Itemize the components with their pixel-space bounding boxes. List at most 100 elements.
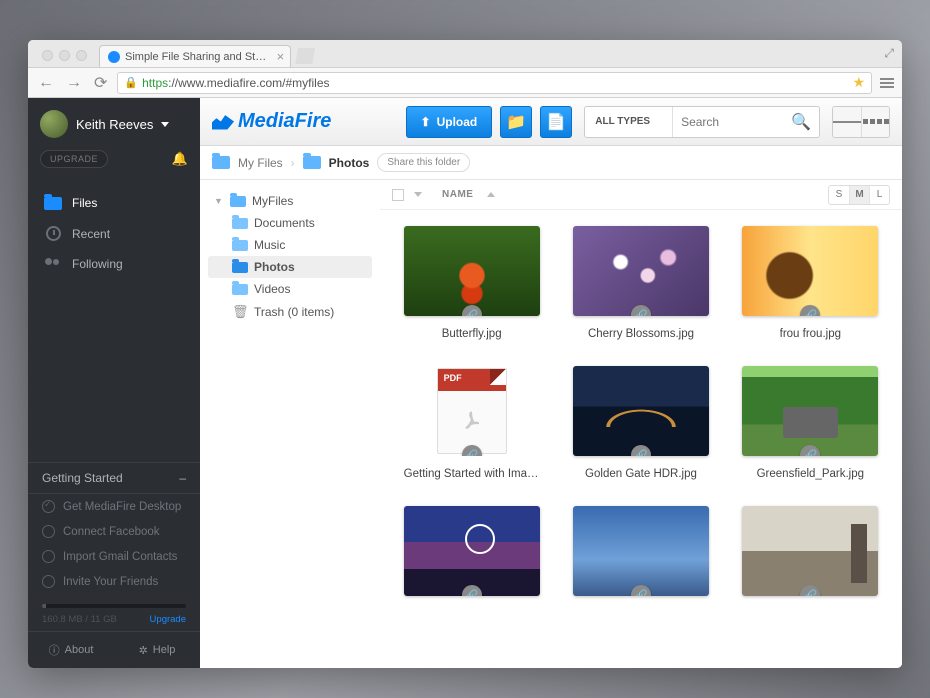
gs-item-facebook[interactable]: Connect Facebook (28, 519, 200, 544)
getting-started-header[interactable]: Getting Started – (28, 462, 200, 494)
tree-item-videos[interactable]: Videos (208, 278, 372, 300)
grid-view-button[interactable] (861, 107, 889, 137)
link-badge-icon[interactable]: 🔗 (800, 445, 820, 456)
breadcrumb-bar: My Files › Photos Share this folder (200, 146, 902, 180)
column-header-name[interactable]: NAME (442, 189, 473, 200)
folder-icon (232, 284, 248, 295)
file-card[interactable]: 🔗 (737, 506, 884, 608)
list-view-button[interactable] (833, 107, 861, 137)
link-badge-icon[interactable]: 🔗 (631, 305, 651, 316)
file-grid-area: NAME S M L 🔗Butterfly.jpg🔗Cherry Blossom… (380, 180, 902, 668)
list-icon (833, 107, 861, 137)
close-window-icon[interactable] (42, 50, 53, 61)
gs-item-desktop[interactable]: Get MediaFire Desktop (28, 494, 200, 519)
file-thumbnail[interactable]: 🔗 (404, 226, 540, 316)
select-all-checkbox[interactable] (392, 189, 404, 201)
avatar (40, 110, 68, 138)
file-thumbnail[interactable]: 🔗 (742, 226, 878, 316)
storage-meter: 160.8 MB / 11 GB Upgrade (28, 594, 200, 631)
file-thumbnail[interactable]: 🔗 (573, 226, 709, 316)
file-thumbnail[interactable]: PDF🔗 (404, 366, 540, 456)
minimize-window-icon[interactable] (59, 50, 70, 61)
sidebar-item-files[interactable]: Files (28, 188, 200, 218)
close-tab-icon[interactable]: × (277, 49, 285, 64)
breadcrumb-root[interactable]: My Files (238, 156, 283, 170)
bell-icon[interactable]: 🔔 (172, 151, 188, 167)
user-menu[interactable]: Keith Reeves (28, 98, 200, 150)
sidebar-item-following[interactable]: Following (28, 249, 200, 279)
link-badge-icon[interactable]: 🔗 (800, 585, 820, 596)
tree-item-documents[interactable]: Documents (208, 212, 372, 234)
address-bar[interactable]: 🔒 https ://www.mediafire.com /#myfiles ★ (117, 72, 872, 94)
thumb-size-group: S M L (828, 185, 890, 205)
gs-item-gmail[interactable]: Import Gmail Contacts (28, 544, 200, 569)
help-link[interactable]: ✲Help (114, 632, 200, 668)
file-thumbnail[interactable]: 🔗 (742, 506, 878, 596)
collapse-icon[interactable]: – (179, 471, 186, 485)
link-badge-icon[interactable]: 🔗 (631, 585, 651, 596)
file-name: Getting Started with Imag… (404, 468, 540, 480)
circle-icon (42, 525, 55, 538)
gs-item-invite[interactable]: Invite Your Friends (28, 569, 200, 594)
thumb-size-m[interactable]: M (849, 186, 869, 204)
browser-toolbar: ← → ⟳ 🔒 https ://www.mediafire.com /#myf… (28, 68, 902, 98)
share-folder-button[interactable]: Share this folder (377, 153, 470, 172)
window-controls[interactable] (34, 42, 95, 67)
getting-started-panel: Getting Started – Get MediaFire Desktop … (28, 462, 200, 668)
file-card[interactable]: 🔗 (567, 506, 714, 608)
sidebar-nav: Files Recent Following (28, 178, 200, 289)
upgrade-pill[interactable]: UPGRADE (40, 150, 108, 168)
file-thumbnail[interactable]: 🔗 (742, 366, 878, 456)
file-thumbnail[interactable]: 🔗 (404, 506, 540, 596)
file-card[interactable]: 🔗Greensfield_Park.jpg (737, 366, 884, 480)
main-panel: MediaFire ⬆ Upload 📁 📄 ALL TYPES 🔍 (200, 98, 902, 668)
fullscreen-icon[interactable]: ⤢ (884, 46, 894, 61)
zoom-window-icon[interactable] (76, 50, 87, 61)
new-file-button[interactable]: 📄 (540, 106, 572, 138)
tree-item-photos[interactable]: Photos (208, 256, 372, 278)
tree-item-music[interactable]: Music (208, 234, 372, 256)
forward-button[interactable]: → (64, 74, 84, 92)
browser-menu-icon[interactable] (880, 78, 894, 88)
storage-upgrade-link[interactable]: Upgrade (150, 614, 186, 625)
brand-logo[interactable]: MediaFire (212, 110, 331, 133)
file-card[interactable]: 🔗Golden Gate HDR.jpg (567, 366, 714, 480)
help-icon: ✲ (139, 644, 148, 657)
link-badge-icon[interactable]: 🔗 (462, 305, 482, 316)
clock-icon (46, 226, 61, 241)
file-type-filter[interactable]: ALL TYPES (585, 107, 673, 137)
file-card[interactable]: 🔗 Cherry Blossoms.jpg (567, 226, 714, 340)
about-link[interactable]: ⓘAbout (28, 632, 114, 668)
topbar: MediaFire ⬆ Upload 📁 📄 ALL TYPES 🔍 (200, 98, 902, 146)
file-card[interactable]: 🔗Butterfly.jpg (398, 226, 545, 340)
thumb-size-s[interactable]: S (829, 186, 849, 204)
sort-menu-icon[interactable] (414, 192, 422, 197)
reload-button[interactable]: ⟳ (92, 73, 109, 93)
link-badge-icon[interactable]: 🔗 (462, 585, 482, 596)
collapse-icon[interactable]: ▼ (214, 196, 224, 206)
file-thumbnail[interactable]: 🔗 (573, 506, 709, 596)
sidebar-item-recent[interactable]: Recent (28, 218, 200, 249)
bookmark-star-icon[interactable]: ★ (852, 74, 865, 91)
chevron-down-icon (654, 119, 662, 124)
file-thumbnail[interactable]: 🔗 (573, 366, 709, 456)
sort-asc-icon (487, 192, 495, 197)
tree-item-trash[interactable]: 🗑Trash (0 items) (208, 300, 372, 324)
back-button[interactable]: ← (36, 74, 56, 92)
file-card[interactable]: 🔗frou frou.jpg (737, 226, 884, 340)
new-folder-button[interactable]: 📁 (500, 106, 532, 138)
upload-button[interactable]: ⬆ Upload (406, 106, 493, 138)
thumb-size-l[interactable]: L (869, 186, 889, 204)
link-badge-icon[interactable]: 🔗 (631, 445, 651, 456)
tree-item-root[interactable]: ▼MyFiles (208, 190, 372, 212)
search-input[interactable] (673, 115, 783, 129)
new-tab-button[interactable] (295, 48, 315, 64)
upgrade-row: UPGRADE 🔔 (28, 150, 200, 178)
link-badge-icon[interactable]: 🔗 (800, 305, 820, 316)
search-icon[interactable]: 🔍 (783, 112, 819, 132)
url-protocol: https (142, 76, 168, 90)
file-card[interactable]: 🔗 (398, 506, 545, 608)
file-card[interactable]: PDF🔗 Getting Started with Imag… (398, 366, 545, 480)
file-name: Cherry Blossoms.jpg (588, 328, 694, 340)
browser-tab[interactable]: Simple File Sharing and St… × (99, 45, 291, 67)
